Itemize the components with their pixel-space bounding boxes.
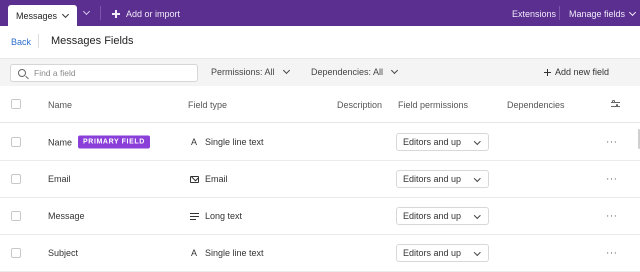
- add-or-import-button[interactable]: Add or import: [112, 7, 180, 21]
- field-type: Email: [205, 174, 228, 184]
- table-row[interactable]: Name PRIMARY FIELD A Single line text Ed…: [0, 124, 640, 161]
- chevron-down-icon: [473, 175, 480, 182]
- column-header-description[interactable]: Description: [337, 100, 382, 110]
- single-line-text-icon: A: [190, 137, 197, 147]
- back-link[interactable]: Back: [11, 37, 31, 47]
- column-header-field-permissions[interactable]: Field permissions: [398, 100, 468, 110]
- chevron-down-icon: [473, 138, 480, 145]
- single-line-text-icon: A: [190, 248, 197, 258]
- add-or-import-label: Add or import: [126, 9, 181, 19]
- field-permissions-select[interactable]: Editors and up: [396, 133, 489, 151]
- field-name: Subject: [48, 248, 79, 258]
- field-permissions-value: Editors and up: [403, 174, 462, 184]
- field-name-cell: Subject: [48, 248, 78, 258]
- chevron-down-icon: [282, 66, 290, 75]
- search-icon: [18, 69, 26, 77]
- add-new-field-label: Add new field: [555, 67, 610, 77]
- field-type-cell: A Single line text: [188, 248, 264, 258]
- extensions-button[interactable]: Extensions: [512, 6, 556, 22]
- field-type: Long text: [205, 211, 243, 221]
- row-checkbox[interactable]: [11, 248, 21, 258]
- field-type: Single line text: [205, 137, 264, 147]
- chevron-down-icon: [473, 249, 480, 256]
- field-name: Name: [48, 137, 73, 147]
- column-header-dependencies[interactable]: Dependencies: [507, 100, 565, 110]
- field-permissions-value: Editors and up: [403, 211, 462, 221]
- more-options-icon[interactable]: ···: [606, 174, 618, 185]
- field-type-cell: Long text: [188, 211, 242, 221]
- primary-field-badge: PRIMARY FIELD: [78, 135, 150, 149]
- chevron-down-icon[interactable]: [61, 10, 70, 18]
- row-checkbox[interactable]: [11, 174, 21, 184]
- plus-icon: [112, 10, 120, 18]
- chevron-down-icon: [473, 212, 480, 219]
- manage-fields-label: Manage fields: [569, 9, 626, 19]
- divider: [100, 6, 101, 20]
- page-title: Messages Fields: [51, 35, 134, 47]
- field-name-cell: Email: [48, 174, 71, 184]
- dependencies-filter[interactable]: Dependencies: All: [311, 66, 399, 77]
- column-header-name[interactable]: Name: [48, 100, 72, 110]
- mail-icon: [188, 175, 200, 183]
- search-box[interactable]: [10, 64, 198, 82]
- row-checkbox[interactable]: [11, 211, 21, 221]
- scrollbar[interactable]: [634, 125, 640, 271]
- permissions-filter[interactable]: Permissions: All: [211, 66, 290, 77]
- more-options-icon[interactable]: ···: [606, 248, 618, 259]
- top-bar: Messages Add or import Extensions Manage…: [0, 0, 640, 26]
- table-row[interactable]: Message Long text Editors and up ···: [0, 198, 640, 235]
- field-permissions-select[interactable]: Editors and up: [396, 207, 489, 225]
- field-type: Single line text: [205, 248, 264, 258]
- search-input[interactable]: [32, 67, 192, 79]
- field-permissions-value: Editors and up: [403, 137, 462, 147]
- field-permissions-value: Editors and up: [403, 248, 462, 258]
- more-options-icon[interactable]: ···: [606, 211, 618, 222]
- chevron-down-icon: [391, 66, 399, 75]
- field-name-cell: Name PRIMARY FIELD: [48, 135, 150, 149]
- permissions-filter-label: Permissions: All: [211, 67, 275, 77]
- field-type-cell: Email: [188, 174, 228, 184]
- field-name: Message: [48, 211, 85, 221]
- field-permissions-select[interactable]: Editors and up: [396, 244, 489, 262]
- field-type-cell: A Single line text: [188, 137, 264, 147]
- add-new-field-button[interactable]: Add new field: [544, 67, 609, 77]
- divider: [38, 34, 39, 48]
- divider: [559, 6, 560, 20]
- table-row[interactable]: Subject A Single line text Editors and u…: [0, 235, 640, 272]
- column-header-field-type[interactable]: Field type: [188, 100, 227, 110]
- long-text-icon: [188, 212, 200, 220]
- row-checkbox[interactable]: [11, 137, 21, 147]
- more-options-icon[interactable]: ···: [606, 137, 618, 148]
- table-tab-label: Messages: [16, 10, 58, 21]
- dependencies-filter-label: Dependencies: All: [311, 67, 384, 77]
- table-tab-messages[interactable]: Messages: [8, 5, 77, 26]
- table-row[interactable]: Email Email Editors and up ···: [0, 161, 640, 198]
- field-name: Email: [48, 174, 71, 184]
- extensions-label: Extensions: [512, 9, 557, 19]
- field-name-cell: Message: [48, 211, 85, 221]
- chevron-down-icon: [629, 8, 637, 17]
- column-settings-icon[interactable]: [611, 100, 620, 109]
- select-all-checkbox[interactable]: [11, 99, 21, 109]
- field-permissions-select[interactable]: Editors and up: [396, 170, 489, 188]
- fields-toolbar: Permissions: All Dependencies: All Add n…: [0, 58, 640, 86]
- table-header: Name Field type Description Field permis…: [0, 87, 640, 123]
- tables-menu-chevron-icon[interactable]: [82, 7, 91, 16]
- plus-icon: [544, 68, 551, 76]
- manage-fields-button[interactable]: Manage fields: [569, 6, 637, 22]
